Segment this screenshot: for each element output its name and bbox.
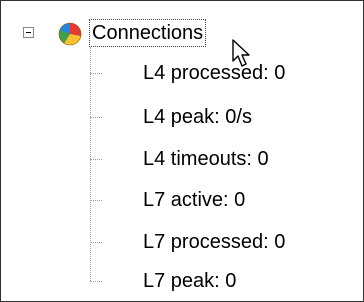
connections-tree: Connections L4 processed: 0 L4 peak: 0/s… xyxy=(1,1,363,301)
tree-item-l4-processed[interactable]: L4 processed: 0 xyxy=(143,60,285,86)
tree-item-l7-active[interactable]: L7 active: 0 xyxy=(143,187,245,213)
tree-guide-line xyxy=(90,47,91,281)
tree-item-l7-peak[interactable]: L7 peak: 0 xyxy=(143,268,236,294)
tree-root-connections[interactable]: Connections xyxy=(89,19,207,47)
tree-branch-line xyxy=(90,242,102,243)
pie-chart-icon xyxy=(58,22,82,46)
tree-item-l7-processed[interactable]: L7 processed: 0 xyxy=(143,229,285,255)
tree-branch-line xyxy=(90,159,102,160)
tree-branch-line xyxy=(90,200,102,201)
collapse-toggle-button[interactable] xyxy=(23,27,34,38)
tree-panel: Connections L4 processed: 0 L4 peak: 0/s… xyxy=(0,0,364,302)
tree-branch-line xyxy=(90,281,102,282)
tree-branch-line xyxy=(90,117,102,118)
tree-item-l4-timeouts[interactable]: L4 timeouts: 0 xyxy=(143,146,269,172)
mouse-pointer-icon xyxy=(232,39,250,67)
tree-branch-line xyxy=(90,73,102,74)
tree-item-l4-peak[interactable]: L4 peak: 0/s xyxy=(143,104,252,130)
